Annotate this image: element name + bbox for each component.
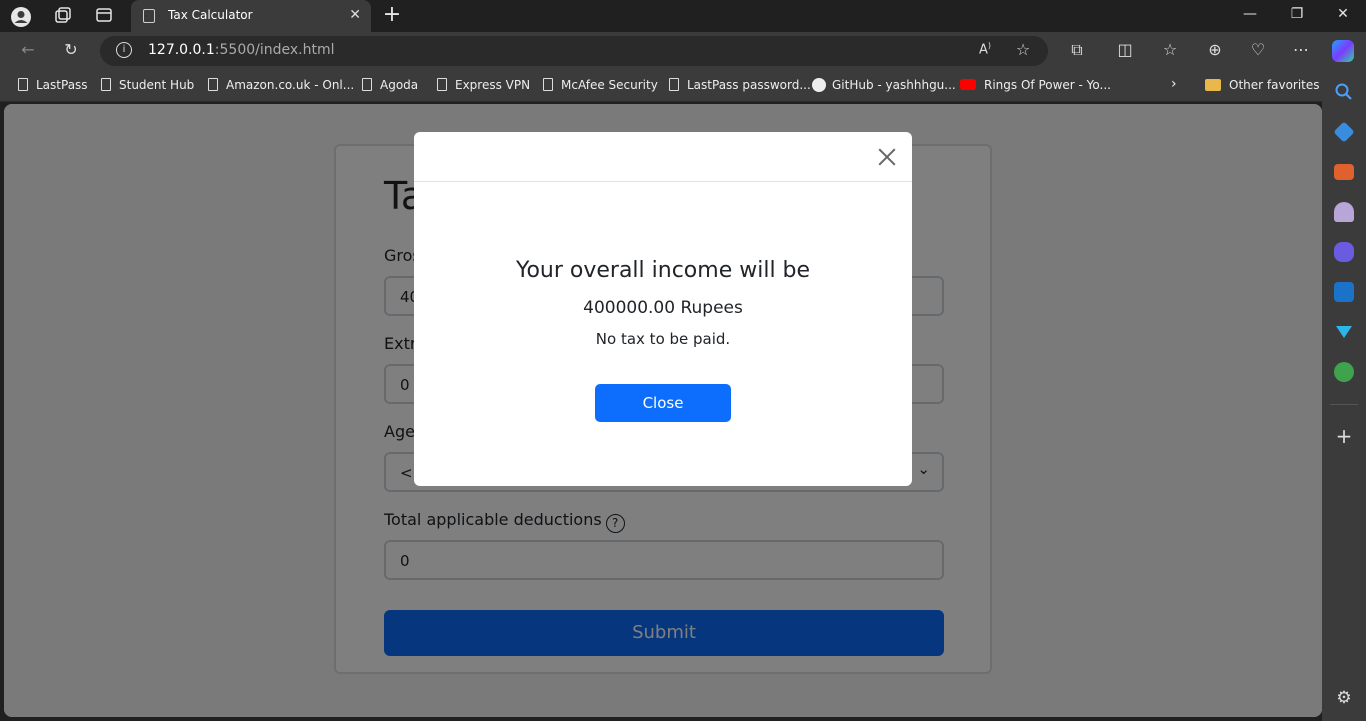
shopping-tag-icon[interactable] <box>1333 121 1355 143</box>
bookmark-express-vpn[interactable]: Express VPN <box>437 78 530 92</box>
page-icon <box>669 78 679 91</box>
workspaces-icon[interactable] <box>52 6 74 28</box>
page-icon <box>101 78 111 91</box>
bookmark-lastpass-password[interactable]: LastPass password... <box>669 78 811 92</box>
edge-sidebar: + ⚙ <box>1322 70 1366 721</box>
games-icon[interactable] <box>1334 202 1354 222</box>
collections-icon[interactable]: ⊕ <box>1204 40 1226 59</box>
bookmark-lastpass[interactable]: LastPass <box>18 78 88 92</box>
extensions-icon[interactable]: ⧉ <box>1066 40 1088 60</box>
bookmark-github[interactable]: GitHub - yashhhgu... <box>812 78 956 92</box>
copilot-icon[interactable] <box>1332 40 1354 62</box>
page-icon <box>18 78 28 91</box>
page-viewport: Ta Gros 40 Extr 0 Age < 4⌄ Total applica… <box>4 104 1322 717</box>
folder-icon <box>1205 79 1221 91</box>
tab-actions-icon[interactable] <box>93 6 115 28</box>
restore-icon[interactable]: ❐ <box>1282 6 1312 22</box>
copilot-app-icon[interactable] <box>1334 242 1354 262</box>
favorites-icon[interactable]: ☆ <box>1159 40 1181 59</box>
income-amount: 400000.00 Rupees <box>583 298 743 318</box>
tax-note: No tax to be paid. <box>595 330 731 348</box>
new-tab-icon[interactable]: + <box>381 2 403 27</box>
tools-icon[interactable] <box>1334 164 1354 180</box>
navigation-bar: ← ↻ i 127.0.0.1:5500/index.html A) ☆ ⧉ ◫… <box>0 32 1366 70</box>
close-icon[interactable] <box>876 146 898 168</box>
read-aloud-icon[interactable]: A) <box>974 41 996 57</box>
bookmarks-bar: LastPass Student Hub Amazon.co.uk - Onl.… <box>0 70 1366 102</box>
page-icon <box>437 78 447 91</box>
page-icon <box>208 78 218 91</box>
modal-heading: Your overall income will be <box>515 258 811 283</box>
bookmarks-overflow-chevron-icon[interactable]: › <box>1171 76 1177 92</box>
minimize-icon[interactable]: — <box>1235 6 1265 22</box>
outlook-icon[interactable] <box>1334 282 1354 302</box>
modal-header <box>414 132 912 182</box>
page-icon <box>362 78 372 91</box>
sidebar-divider <box>1330 404 1358 405</box>
github-icon <box>812 78 826 92</box>
search-icon[interactable] <box>1334 82 1354 102</box>
bookmark-rings-of-power[interactable]: Rings Of Power - Yo... <box>960 78 1111 92</box>
favorite-star-icon[interactable]: ☆ <box>1012 40 1034 59</box>
profile-icon[interactable] <box>10 6 32 32</box>
bookmark-student-hub[interactable]: Student Hub <box>101 78 194 92</box>
split-screen-icon[interactable]: ◫ <box>1114 40 1136 59</box>
add-sidebar-icon[interactable]: + <box>1334 426 1354 446</box>
active-tab[interactable]: Tax Calculator ✕ <box>131 0 371 32</box>
drop-icon[interactable] <box>1334 322 1354 342</box>
browser-titlebar: Tax Calculator ✕ + — ❐ ✕ <box>0 0 1366 32</box>
bookmark-mcafee[interactable]: McAfee Security <box>543 78 658 92</box>
page-icon <box>143 9 155 23</box>
site-info-icon[interactable]: i <box>116 42 132 58</box>
address-bar[interactable]: i 127.0.0.1:5500/index.html A) ☆ <box>100 36 1048 66</box>
window-close-icon[interactable]: ✕ <box>1328 6 1358 22</box>
back-icon[interactable]: ← <box>17 40 39 59</box>
close-button[interactable]: Close <box>595 384 731 422</box>
bookmark-amazon[interactable]: Amazon.co.uk - Onl... <box>208 78 354 92</box>
sidebar-settings-icon[interactable]: ⚙ <box>1334 688 1354 708</box>
more-menu-icon[interactable]: ⋯ <box>1290 40 1312 59</box>
youtube-icon <box>960 79 976 90</box>
bookmark-agoda[interactable]: Agoda <box>362 78 418 92</box>
browser-essentials-icon[interactable]: ♡ <box>1247 40 1269 59</box>
bookmark-other-favorites[interactable]: Other favorites <box>1205 78 1320 92</box>
url-text[interactable]: 127.0.0.1:5500/index.html <box>148 42 335 58</box>
close-tab-icon[interactable]: ✕ <box>349 7 361 23</box>
tree-icon[interactable] <box>1334 362 1354 382</box>
result-modal: Your overall income will be 400000.00 Ru… <box>414 132 912 486</box>
refresh-icon[interactable]: ↻ <box>60 40 82 59</box>
tab-title: Tax Calculator <box>168 8 253 22</box>
page-icon <box>543 78 553 91</box>
